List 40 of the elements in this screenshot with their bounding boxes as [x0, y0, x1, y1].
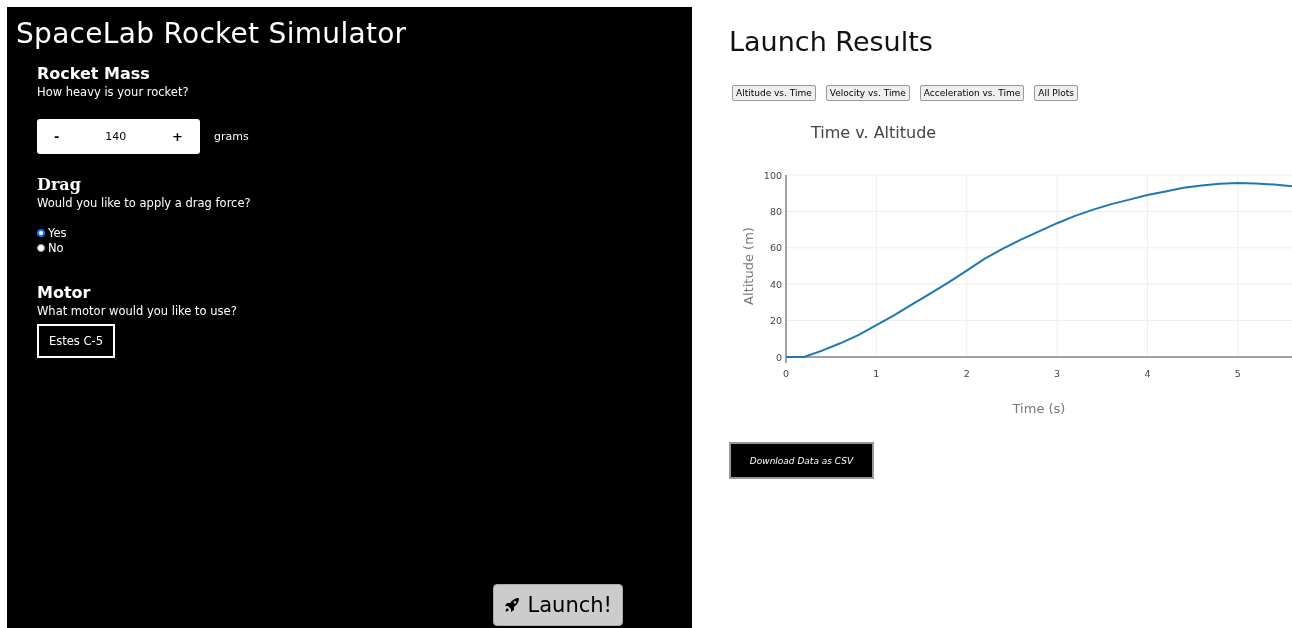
plot-button[interactable]: Altitude vs. Time: [732, 85, 816, 101]
unit-label: grams: [214, 130, 249, 143]
y-tick-label: 0: [775, 351, 782, 363]
mass-value: 140: [105, 130, 127, 143]
section-question: What motor would you like to use?: [37, 304, 237, 318]
section-question: Would you like to apply a drag force?: [37, 196, 251, 210]
launch-button[interactable]: Launch!: [492, 584, 623, 626]
y-tick-label: 40: [769, 278, 782, 290]
y-axis-title: Altitude (m): [741, 227, 756, 305]
download-button[interactable]: Download Data as CSV: [729, 442, 874, 479]
chart-title: Time v. Altitude: [811, 123, 937, 142]
x-tick-label: 5: [1234, 368, 1241, 379]
plot-button[interactable]: Acceleration vs. Time: [919, 85, 1025, 101]
x-tick-label: 0: [783, 368, 789, 379]
y-tick-label: 80: [769, 205, 782, 217]
x-tick-label: 4: [1144, 368, 1151, 379]
results-title: Launch Results: [729, 26, 933, 57]
x-tick-label: 3: [1054, 368, 1061, 379]
radio-label[interactable]: Yes: [48, 226, 67, 240]
radio-label[interactable]: No: [48, 241, 64, 255]
number-stepper[interactable]: - 140 +: [37, 119, 200, 154]
y-tick-label: 100: [763, 169, 782, 181]
y-tick-label: 60: [769, 242, 782, 254]
section-heading: Drag: [37, 175, 81, 195]
y-tick-label: 20: [769, 315, 782, 327]
plot-button[interactable]: All Plots: [1034, 85, 1078, 101]
x-tick-label: 2: [963, 368, 970, 379]
increment-button[interactable]: +: [169, 129, 186, 144]
radio-button[interactable]: [37, 244, 45, 252]
section-heading: Rocket Mass: [37, 64, 150, 84]
section-question: How heavy is your rocket?: [37, 85, 189, 99]
motor-select[interactable]: Estes C-5: [37, 324, 115, 358]
x-tick-label: 1: [873, 368, 880, 379]
app-title: SpaceLab Rocket Simulator: [16, 17, 407, 50]
rocket-icon: [503, 597, 520, 613]
section-heading: Motor: [37, 283, 91, 303]
decrement-button[interactable]: -: [51, 129, 63, 144]
radio-button[interactable]: [37, 229, 45, 237]
x-axis-title: Time (s): [1012, 401, 1066, 416]
plot-button[interactable]: Velocity vs. Time: [825, 85, 910, 101]
